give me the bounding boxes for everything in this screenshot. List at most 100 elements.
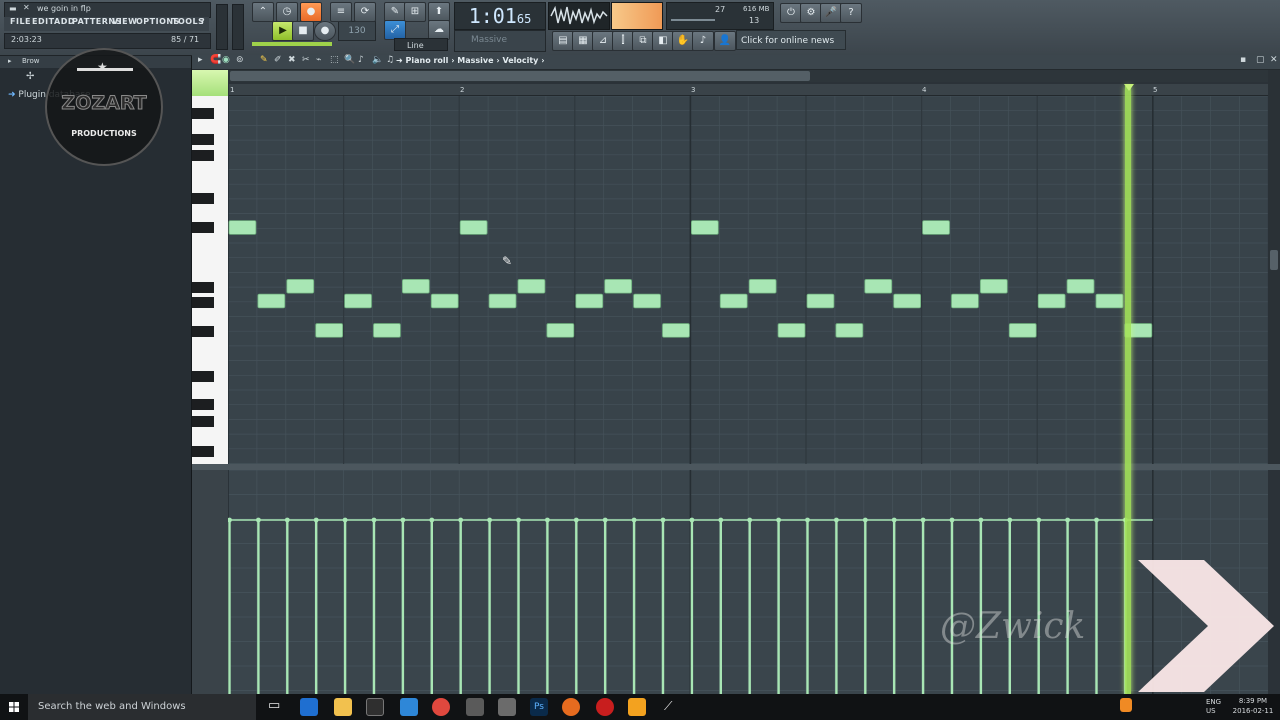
metronome-button[interactable]: ◷ [276,2,298,22]
stop-button[interactable]: ■ [292,21,314,41]
midi-note[interactable] [1008,323,1037,338]
channel-rack-button[interactable]: ⊿ [592,31,614,51]
breadcrumb-event[interactable]: Velocity [502,56,538,65]
record-app-icon[interactable] [596,698,614,716]
midi-note[interactable] [922,220,950,235]
midi-note[interactable] [373,323,401,338]
midi-note[interactable] [1095,293,1124,309]
midi-note[interactable] [315,323,343,338]
file-explorer-icon[interactable] [334,698,352,716]
velocity-handle[interactable] [1065,517,1070,523]
midi-note[interactable] [719,293,748,309]
velocity-handle[interactable] [631,517,637,523]
mixer-button[interactable]: ⫿ [612,31,634,51]
midi-note[interactable] [777,323,806,338]
black-key[interactable] [192,326,214,337]
photoshop-icon[interactable]: Ps [530,698,548,716]
midi-note[interactable] [690,220,719,235]
select-tool-icon[interactable]: ⬚ [330,55,339,65]
time-ruler[interactable] [229,84,1268,96]
velocity-handle[interactable] [602,517,608,523]
velocity-handle[interactable] [949,517,955,523]
playhead-marker-icon[interactable] [1124,84,1134,91]
black-key[interactable] [192,399,214,410]
velocity-handle[interactable] [689,517,695,523]
magnet-icon[interactable]: 🧲 [210,55,221,65]
midi-note[interactable] [662,323,690,338]
menu-file[interactable]: FILE [10,17,31,26]
velocity-handle[interactable] [228,517,232,523]
midi-note[interactable] [835,323,864,338]
velocity-handle[interactable] [256,517,261,523]
midi-note[interactable] [401,279,430,294]
piano-keyboard[interactable] [192,96,228,464]
browser-arrow-icon[interactable]: ▸ [8,57,12,65]
snap-tool-icon[interactable]: ⤢ [384,20,406,40]
velocity-handle[interactable] [545,517,550,523]
online-news-button[interactable]: Click for online news [736,30,846,50]
touch-controller-button[interactable]: ✋ [672,31,694,51]
note-layer[interactable] [228,96,1268,464]
velocity-handle[interactable] [313,517,319,523]
midi-note[interactable] [1066,279,1095,294]
help-icon[interactable]: ? [840,3,862,23]
paint-tool-icon[interactable]: ✐ [274,55,282,65]
menu-help[interactable]: ? [200,17,205,26]
black-key[interactable] [192,446,214,457]
close-piano-roll-icon[interactable]: ✕ [1270,55,1278,65]
firefox-icon[interactable] [562,698,580,716]
record-button[interactable]: ● [300,2,322,22]
velocity-handle[interactable] [834,517,839,523]
midi-note[interactable] [893,293,922,309]
draw-tool-icon[interactable]: ✎ [260,55,268,65]
taskbar-clock[interactable]: 8:39 PM 2016-02-11 [1228,696,1278,716]
midi-note[interactable] [864,279,893,294]
black-key[interactable] [192,134,214,145]
midi-note[interactable] [459,220,488,235]
black-key[interactable] [192,282,214,293]
tempo-display[interactable]: 130 [338,21,376,41]
main-volume-bar[interactable] [252,42,332,46]
master-pitch-slider[interactable] [232,4,244,50]
app-icon[interactable] [498,698,516,716]
user-icon[interactable]: 👤 [714,31,736,51]
midi-note[interactable] [980,279,1008,294]
microphone-icon[interactable]: 🎤 [820,3,842,23]
windows-start-icon[interactable] [0,694,28,720]
velocity-handle[interactable] [516,517,521,523]
stamp-icon[interactable]: ◉ [222,55,230,65]
task-view-icon[interactable]: ▭ [268,698,280,713]
snap-icon[interactable]: ⊚ [236,55,244,65]
midi-note[interactable] [430,293,459,309]
midi-note[interactable] [257,293,286,309]
breadcrumb-piano-roll[interactable]: Piano roll [406,56,449,65]
menu-view[interactable]: VIEW [112,17,137,26]
velocity-handle[interactable] [660,517,666,523]
midi-note[interactable] [488,293,517,309]
speaker-icon[interactable]: 🔈 [372,55,383,65]
playhead[interactable] [1125,86,1131,694]
midi-note[interactable] [1037,293,1066,309]
black-key[interactable] [192,222,214,233]
midi-note[interactable] [517,279,546,294]
channel-selector[interactable]: Massive [454,30,546,52]
playback-tool-icon[interactable]: ♪ [358,55,364,65]
velocity-handle[interactable] [458,517,464,523]
velocity-handle[interactable] [429,517,435,523]
velocity-handle[interactable] [747,517,753,523]
horizontal-scroll-thumb[interactable] [230,71,810,81]
velocity-bars[interactable] [228,470,1268,694]
velocity-handle[interactable] [862,517,868,523]
pin-app-icon[interactable]: ⟋ [664,699,672,714]
velocity-handle[interactable] [487,517,492,523]
midi-note[interactable] [604,279,633,294]
slice-tool-icon[interactable]: ⌁ [316,55,321,65]
velocity-handle[interactable] [1094,517,1099,523]
play-button[interactable]: ▶ [272,21,294,41]
velocity-handle[interactable] [891,517,897,523]
window-icon[interactable]: ▬ [9,4,17,13]
velocity-handle[interactable] [371,517,377,523]
midi-note[interactable] [546,323,575,338]
velocity-handle[interactable] [718,517,724,523]
power-icon[interactable]: ⏻ [780,3,802,23]
